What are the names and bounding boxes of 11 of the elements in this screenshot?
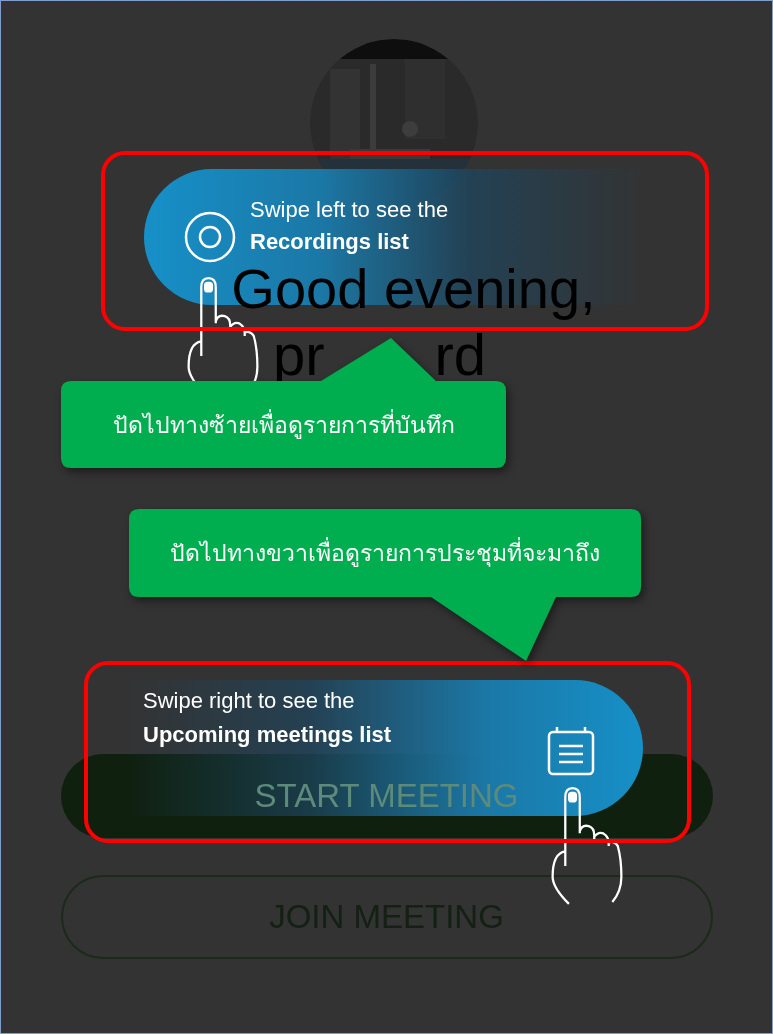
- coach-mark-title: Upcoming meetings list: [143, 721, 392, 749]
- coach-mark-text: Swipe right to see the: [143, 687, 356, 715]
- coach-mark-title: Recordings list: [250, 228, 410, 256]
- greeting-text: Good evening,: [231, 257, 596, 321]
- calendar-icon: [547, 726, 595, 776]
- target-icon: [184, 211, 236, 263]
- start-meeting-button[interactable]: START MEETING: [60, 754, 713, 838]
- coach-mark-text: Swipe left to see the: [250, 196, 449, 224]
- callout-text: ปัดไปทางซ้ายเพื่อดูรายการที่บันทึก: [112, 408, 455, 441]
- callout-text: ปัดไปทางขวาเพื่อดูรายการประชุมที่จะมาถึง: [170, 535, 600, 571]
- hand-pointer-icon: [549, 786, 625, 906]
